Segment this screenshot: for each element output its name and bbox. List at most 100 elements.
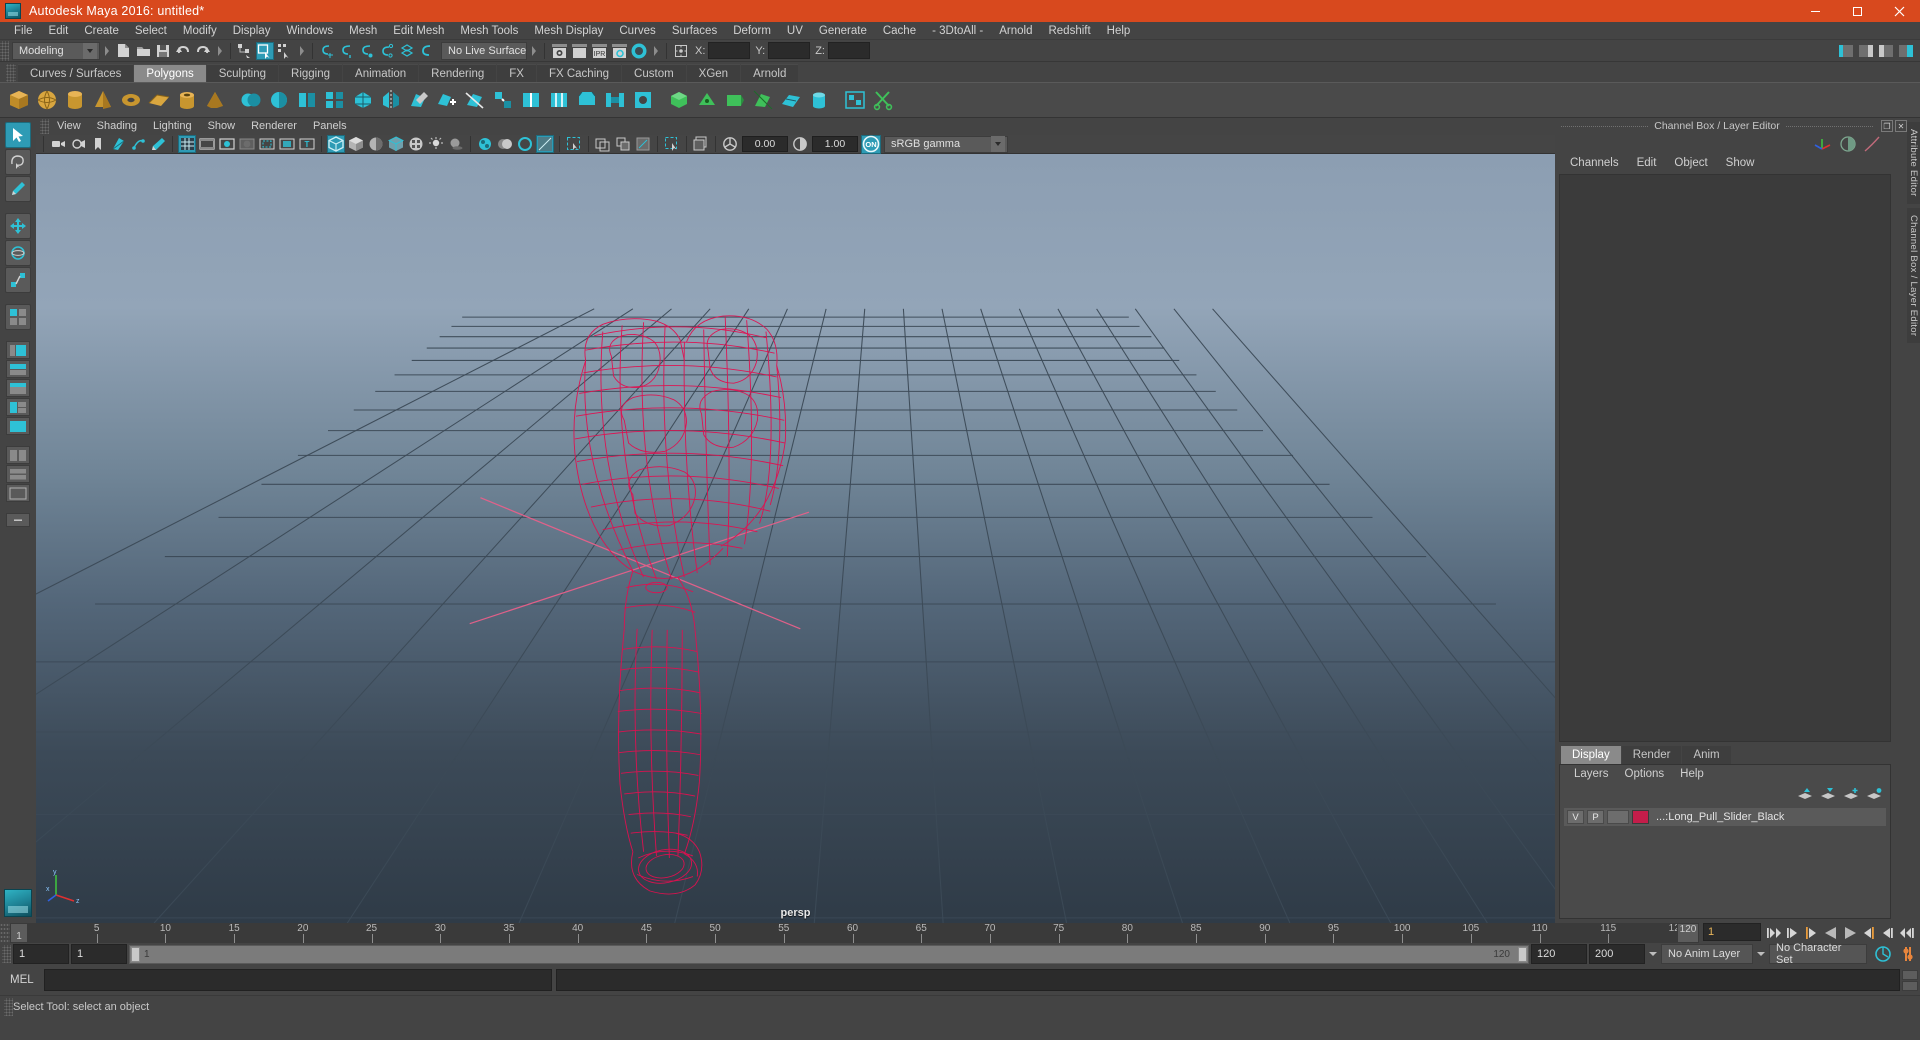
color-management-toggle-icon[interactable]: ON	[861, 134, 881, 154]
menu-item-arnold[interactable]: Arnold	[991, 22, 1040, 40]
screen-space-ao-icon[interactable]	[476, 135, 494, 153]
two-panes-side-layout[interactable]	[6, 446, 30, 464]
channelbox-menu-object[interactable]: Object	[1665, 154, 1716, 172]
open-scene-icon[interactable]	[134, 42, 152, 60]
snap-to-projected-center-icon[interactable]	[378, 42, 396, 60]
use-all-lights-icon[interactable]	[427, 135, 445, 153]
menuset-selector[interactable]: Modeling	[12, 41, 100, 60]
show-hide-tool-settings-icon[interactable]	[1877, 42, 1895, 60]
insert-edge-loop-icon[interactable]	[518, 87, 544, 113]
uv-editor-icon[interactable]	[750, 87, 776, 113]
statusline-grip[interactable]	[0, 40, 9, 61]
image-plane-icon[interactable]	[109, 135, 127, 153]
transform-gizmo-icon[interactable]	[1813, 135, 1833, 153]
time-slider-track[interactable]: 5 10 15 20 25 30 35 40 45 50 55 60 65 70 75 80 85 90 95 100…	[28, 923, 1677, 943]
current-frame-field[interactable]: 1	[1703, 923, 1761, 941]
create-polygon-tool-icon[interactable]	[406, 87, 432, 113]
menu-item-generate[interactable]: Generate	[811, 22, 875, 40]
append-polygon-icon[interactable]	[434, 87, 460, 113]
shelf-grip[interactable]	[6, 64, 16, 82]
menu-item-edit[interactable]: Edit	[41, 22, 77, 40]
layer-menu-help[interactable]: Help	[1672, 768, 1712, 780]
xray-icon[interactable]	[594, 135, 612, 153]
toolbar-divider[interactable]	[215, 42, 224, 60]
gamma-icon[interactable]	[791, 135, 809, 153]
shelf-tab-fx-caching[interactable]: FX Caching	[536, 64, 622, 82]
viewport-menu-lighting[interactable]: Lighting	[145, 118, 200, 135]
four-view-layout[interactable]	[5, 304, 31, 330]
lock-camera-icon[interactable]	[69, 135, 87, 153]
extrude-icon[interactable]	[666, 87, 692, 113]
layer-playback-toggle[interactable]: P	[1587, 810, 1604, 824]
play-backwards-icon[interactable]	[1822, 924, 1840, 942]
time-slider-current-marker[interactable]: 1	[10, 923, 28, 943]
viewport-grip[interactable]	[40, 119, 49, 134]
depth-peel-icon[interactable]	[536, 135, 554, 153]
field-chart-icon[interactable]	[258, 135, 276, 153]
select-tool[interactable]	[5, 122, 31, 148]
wireframe-icon[interactable]	[327, 135, 345, 153]
range-end-handle[interactable]	[1518, 946, 1527, 962]
move-layer-up-icon[interactable]	[1797, 788, 1813, 800]
flat-shade-icon[interactable]	[367, 135, 385, 153]
poly-torus-icon[interactable]	[118, 87, 144, 113]
command-language-label[interactable]: MEL	[10, 974, 44, 986]
menu-item-create[interactable]: Create	[76, 22, 127, 40]
extract-icon[interactable]	[322, 87, 348, 113]
separate-icon[interactable]	[294, 87, 320, 113]
layer-row[interactable]: V P ...:Long_Pull_Slider_Black	[1564, 808, 1886, 826]
select-camera-icon[interactable]	[49, 135, 67, 153]
menu-item-cache[interactable]: Cache	[875, 22, 924, 40]
go-to-start-icon[interactable]	[1765, 924, 1783, 942]
persp-outliner-layout[interactable]	[6, 341, 30, 359]
minimize-button[interactable]	[1794, 0, 1836, 22]
menu-item-mesh-tools[interactable]: Mesh Tools	[452, 22, 526, 40]
anim-layer-selector[interactable]: No Anim Layer	[1661, 944, 1753, 964]
range-end-time-field[interactable]: 120	[1531, 944, 1587, 964]
resolution-gate-icon[interactable]	[218, 135, 236, 153]
uv-layout-icon[interactable]	[842, 87, 868, 113]
menu-item-windows[interactable]: Windows	[278, 22, 341, 40]
offset-edge-loop-icon[interactable]	[546, 87, 572, 113]
shelf-tab-xgen[interactable]: XGen	[686, 64, 741, 82]
toolbox-collapse-button[interactable]	[6, 513, 30, 527]
layer-menu-layers[interactable]: Layers	[1566, 768, 1617, 780]
smooth-icon[interactable]	[350, 87, 376, 113]
shelf-tab-arnold[interactable]: Arnold	[741, 64, 799, 82]
bevel-icon[interactable]	[574, 87, 600, 113]
shelf-tab-fx[interactable]: FX	[497, 64, 536, 82]
multisample-icon[interactable]	[516, 135, 534, 153]
uv-cut-icon[interactable]	[870, 87, 896, 113]
persp-relationship-layout[interactable]	[6, 398, 30, 416]
shelf-tab-animation[interactable]: Animation	[343, 64, 419, 82]
target-weld-icon[interactable]	[490, 87, 516, 113]
input-output-connections-icon[interactable]	[672, 42, 690, 60]
new-layer-from-selected-icon[interactable]	[1866, 788, 1882, 800]
safe-title-icon[interactable]: T	[298, 135, 316, 153]
select-by-object-icon[interactable]	[256, 41, 274, 60]
menu-item-display[interactable]: Display	[225, 22, 279, 40]
twopoint-icon[interactable]	[129, 135, 147, 153]
menu-item-mesh[interactable]: Mesh	[341, 22, 385, 40]
menu-item-modify[interactable]: Modify	[175, 22, 225, 40]
textured-icon[interactable]	[407, 135, 425, 153]
toolbar-divider[interactable]	[297, 42, 306, 60]
xray-active-components-icon[interactable]	[634, 135, 652, 153]
film-gate-icon[interactable]	[198, 135, 216, 153]
texture-placement-icon[interactable]	[692, 135, 710, 153]
persp-single-layout[interactable]	[6, 417, 30, 435]
poly-cylinder-icon[interactable]	[62, 87, 88, 113]
curve-icon[interactable]	[1863, 135, 1881, 153]
layer-tab-render[interactable]: Render	[1621, 746, 1682, 764]
combine-icon[interactable]	[266, 87, 292, 113]
layer-visibility-toggle[interactable]: V	[1567, 810, 1584, 824]
shelf-tab-polygons[interactable]: Polygons	[134, 64, 206, 82]
z-coord-input[interactable]	[827, 42, 870, 59]
shelf-tab-sculpting[interactable]: Sculpting	[206, 64, 279, 82]
toolbar-divider[interactable]	[102, 42, 111, 60]
undo-icon[interactable]	[174, 42, 192, 60]
bridge-icon[interactable]	[602, 87, 628, 113]
go-to-end-icon[interactable]	[1898, 924, 1916, 942]
range-start-handle[interactable]	[131, 946, 140, 962]
tab-attribute-editor[interactable]: Attribute Editor	[1907, 122, 1920, 204]
